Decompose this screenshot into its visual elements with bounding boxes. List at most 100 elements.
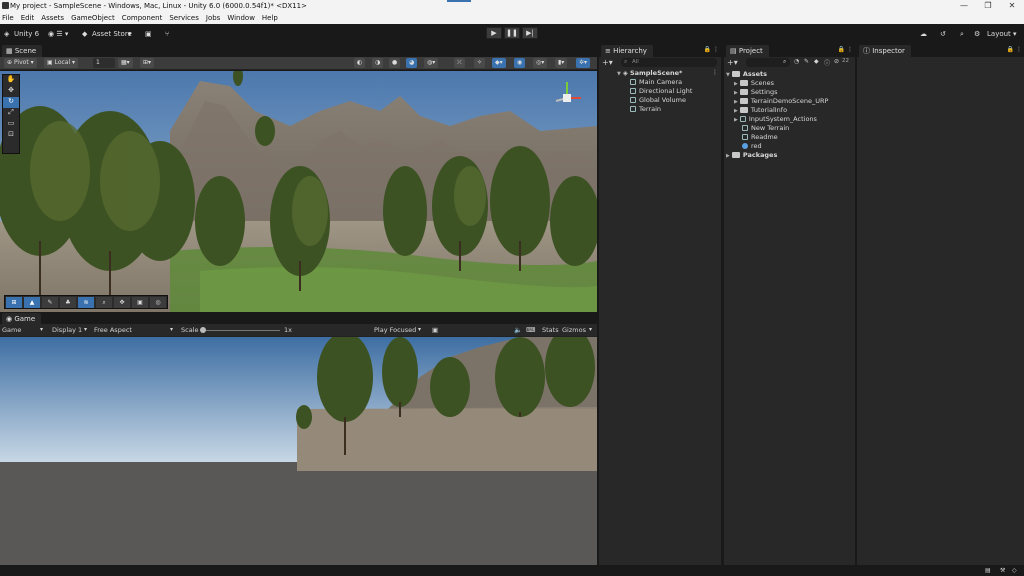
hierarchy-menu-icon[interactable]: ⋮	[713, 46, 719, 53]
aspect-dropdown[interactable]: Free Aspect	[94, 326, 132, 334]
asset-store-button[interactable]: Asset Store	[92, 28, 132, 40]
grid-icon[interactable]: ▦▾	[118, 58, 133, 68]
expand-arrow-icon[interactable]: ▶	[734, 81, 738, 87]
account-icon[interactable]: ◉ ☰ ▾	[48, 28, 68, 40]
scale-tool-icon[interactable]: ⤢	[3, 108, 19, 119]
hidden-packages-icon[interactable]: ⊘	[834, 58, 839, 65]
filter-label-icon[interactable]: ✎	[804, 58, 809, 65]
unity-version-label[interactable]: Unity 6	[14, 28, 39, 40]
stats-button[interactable]: Stats	[542, 326, 559, 334]
hierarchy-item-global-volume[interactable]: Global Volume	[630, 96, 686, 105]
shaded-mode-icon[interactable]: ◕	[406, 58, 418, 68]
snap-icon[interactable]: ⊞▾	[140, 58, 155, 68]
scene-orientation-gizmo[interactable]	[548, 79, 586, 117]
terrain-create-icon[interactable]: ⊞	[6, 297, 22, 308]
menu-services[interactable]: Services	[169, 14, 199, 22]
minimize-button[interactable]: —	[952, 0, 976, 12]
tab-hierarchy[interactable]: ≡ Hierarchy	[601, 45, 653, 57]
scale-slider-handle[interactable]	[200, 327, 206, 333]
terrain-smooth-icon[interactable]: ◎	[150, 297, 166, 308]
aspect-chevron-icon[interactable]: ▾	[170, 326, 173, 333]
tab-project[interactable]: ▤ Project	[726, 45, 769, 57]
expand-arrow-icon[interactable]: ▶	[734, 108, 738, 114]
project-item-tutorialinfo[interactable]: ▶ TutorialInfo	[734, 106, 787, 115]
display-chevron-icon[interactable]: ▾	[84, 326, 87, 333]
step-button[interactable]: ▶|	[522, 27, 538, 39]
project-item-new-terrain[interactable]: New Terrain	[742, 124, 789, 133]
asset-store-dropdown-icon[interactable]: ▾	[128, 28, 132, 40]
terrain-paint-icon[interactable]: ✎	[42, 297, 58, 308]
inspector-lock-icon[interactable]: 🔒	[1007, 46, 1014, 53]
gizmos-icon[interactable]: ✲▾	[576, 58, 591, 68]
history-icon[interactable]: ↺	[940, 28, 946, 40]
display-dropdown[interactable]: Display 1	[52, 326, 82, 334]
menu-file[interactable]: File	[2, 14, 14, 22]
mute-audio-icon[interactable]: 🔈	[514, 326, 522, 334]
hierarchy-item-directional-light[interactable]: Directional Light	[630, 87, 692, 96]
shading-icon[interactable]: ◑	[372, 58, 384, 68]
effects-icon[interactable]: ◉	[514, 58, 526, 68]
expand-arrow-icon[interactable]: ▶	[734, 90, 738, 96]
local-dropdown[interactable]: ▣ Local ▾	[44, 58, 79, 68]
menu-window[interactable]: Window	[227, 14, 255, 22]
project-assets-folder[interactable]: ▼ Assets	[726, 70, 767, 79]
play-focused-chevron-icon[interactable]: ▾	[418, 326, 421, 333]
scene-viewport[interactable]: ✋ ✥ ↻ ⤢ ▭ ⊡ ⊞ ▲ ✎ ♣ ≋ ⌕ ✥ ▣ ◎	[0, 71, 597, 312]
hierarchy-add-button[interactable]: +▾	[602, 58, 613, 67]
hierarchy-lock-icon[interactable]: 🔒	[704, 46, 711, 53]
filter-type-icon[interactable]: ◔	[794, 58, 799, 65]
pivot-dropdown[interactable]: ⊕ Pivot ▾	[4, 58, 37, 68]
menu-edit[interactable]: Edit	[21, 14, 35, 22]
maximize-button[interactable]: ❐	[976, 0, 1000, 12]
hierarchy-item-main-camera[interactable]: Main Camera	[630, 78, 682, 87]
cloud-icon[interactable]: ☁	[920, 28, 927, 40]
game-viewport[interactable]	[0, 337, 597, 565]
terrain-stamp-icon[interactable]: ▣	[132, 297, 148, 308]
hierarchy-scene-row[interactable]: ▼ ◈ SampleScene*	[617, 69, 682, 78]
light-toggle-icon[interactable]: ✧	[474, 58, 486, 68]
play-button[interactable]: ▶	[486, 27, 502, 39]
hierarchy-item-terrain[interactable]: Terrain	[630, 105, 661, 114]
info-icon[interactable]: ⓘ	[824, 58, 830, 67]
render-mode-icon[interactable]: ◍▾	[424, 58, 439, 68]
close-button[interactable]: ✕	[1000, 0, 1024, 12]
maximize-toggle-icon[interactable]: ▣	[432, 326, 438, 334]
expand-arrow-icon[interactable]: ▶	[734, 117, 738, 123]
game-mode-chevron-icon[interactable]: ▾	[40, 326, 43, 333]
project-item-inputsystem-actions[interactable]: ▶ InputSystem_Actions	[734, 115, 817, 124]
settings-icon[interactable]: ⚙	[974, 28, 980, 40]
status-notification-icon[interactable]: ◇	[1012, 567, 1017, 574]
status-cache-icon[interactable]: ⚒	[1000, 567, 1005, 574]
project-menu-icon[interactable]: ⋮	[847, 46, 853, 53]
menu-component[interactable]: Component	[122, 14, 163, 22]
lighting-icon[interactable]: ●	[389, 58, 401, 68]
pause-button[interactable]: ❚❚	[504, 27, 520, 39]
menu-help[interactable]: Help	[262, 14, 278, 22]
project-packages-folder[interactable]: ▶ Packages	[726, 151, 777, 160]
project-item-red[interactable]: red	[742, 142, 762, 151]
terrain-move-icon[interactable]: ✥	[114, 297, 130, 308]
package-icon[interactable]: ▣	[145, 28, 152, 40]
project-lock-icon[interactable]: 🔒	[838, 46, 845, 53]
collapse-arrow-icon[interactable]: ▼	[726, 72, 730, 78]
terrain-raise-icon[interactable]: ▲	[24, 297, 40, 308]
project-item-readme[interactable]: Readme	[742, 133, 778, 142]
layout-dropdown[interactable]: Layout	[987, 28, 1011, 40]
expand-arrow-icon[interactable]: ▶	[734, 99, 738, 105]
terrain-tree-icon[interactable]: ♣	[60, 297, 76, 308]
rotate-tool-icon[interactable]: ↻	[3, 97, 19, 108]
camera-icon[interactable]: ▮▾	[555, 58, 568, 68]
asset-store-icon[interactable]: ◆	[82, 28, 87, 40]
project-item-scenes[interactable]: ▶ Scenes	[734, 79, 774, 88]
hand-tool-icon[interactable]: ✋	[3, 75, 19, 86]
status-progress-icon[interactable]: ▤	[985, 567, 991, 574]
collapse-arrow-icon[interactable]: ▼	[617, 71, 621, 77]
version-control-icon[interactable]: ⑂	[165, 28, 169, 40]
move-tool-icon[interactable]: ✥	[3, 86, 19, 97]
search-icon[interactable]: ⌕	[960, 28, 964, 40]
audio-toggle-icon[interactable]: ◆▾	[492, 58, 506, 68]
transform-tool-icon[interactable]: ⊡	[3, 130, 19, 141]
rect-tool-icon[interactable]: ▭	[3, 119, 19, 130]
menu-jobs[interactable]: Jobs	[206, 14, 220, 22]
play-focused-dropdown[interactable]: Play Focused	[374, 326, 416, 334]
